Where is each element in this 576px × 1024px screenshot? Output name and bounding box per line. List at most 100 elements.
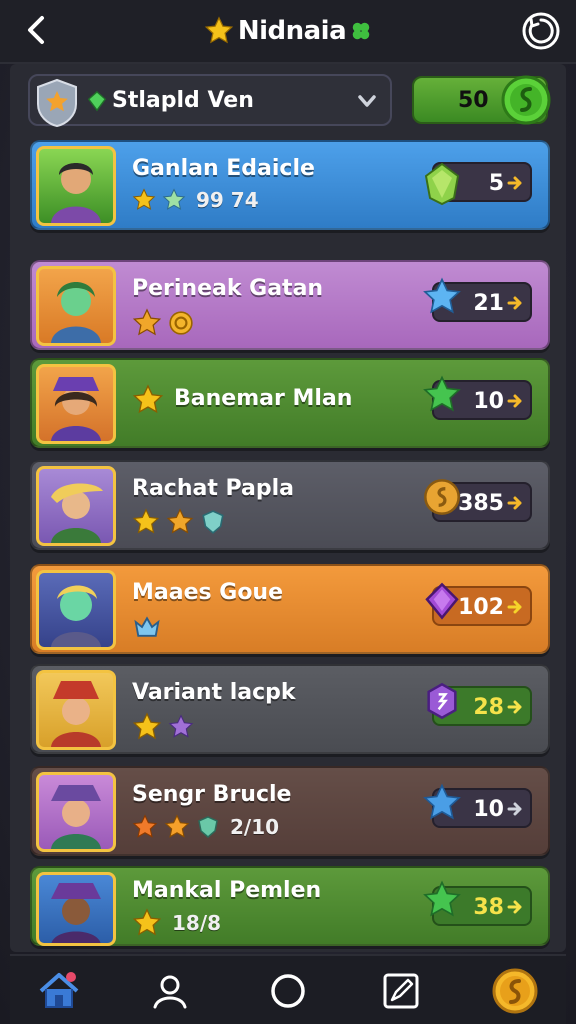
arrow-right-icon <box>507 296 522 310</box>
list-item[interactable]: Variant lacpk 28 <box>30 664 550 754</box>
bottom-nav <box>10 954 566 1024</box>
coin-icon <box>169 311 193 335</box>
nav-currency[interactable] <box>490 966 540 1016</box>
list-item[interactable]: Banemar Mlan 10 <box>30 358 550 448</box>
star-icon <box>204 16 234 44</box>
top-bar: Nidnaia <box>0 0 576 64</box>
star-icon <box>132 814 158 838</box>
purple-hex-gem-icon <box>427 682 457 720</box>
refresh-button[interactable] <box>518 8 564 54</box>
card-stat: 2/10 <box>230 815 280 839</box>
rating-row <box>132 308 194 338</box>
nav-edit[interactable] <box>376 966 426 1016</box>
list-item[interactable]: Ganlan Edaicle 99 74 5 <box>30 140 550 230</box>
star-icon <box>132 188 156 210</box>
star-icon <box>132 712 162 740</box>
avatar <box>36 266 116 346</box>
card-name: Rachat Papla <box>132 476 295 501</box>
avatar <box>36 670 116 750</box>
card-name: Maaes Goue <box>132 580 284 605</box>
back-button[interactable] <box>14 8 58 52</box>
card-name: Banemar Mlan <box>174 386 353 411</box>
green-coin-icon <box>501 75 551 125</box>
rating-row <box>132 612 162 642</box>
profile-icon <box>153 975 187 1009</box>
list-item[interactable]: Sengr Brucle 2/10 10 <box>30 766 550 856</box>
character-portrait <box>51 681 101 747</box>
circle-icon <box>271 974 305 1008</box>
list-item[interactable]: Mankal Pemlen 18/8 38 <box>30 866 550 946</box>
nav-profile[interactable] <box>145 966 195 1016</box>
card-name: Variant lacpk <box>132 680 296 705</box>
avatar <box>36 146 116 226</box>
rating-row <box>132 712 194 742</box>
title-group: Nidnaia <box>204 16 372 46</box>
character-portrait <box>51 483 103 543</box>
currency-badge[interactable]: 50 <box>412 75 551 125</box>
filter-label: Stlapld Ven <box>112 88 254 113</box>
avatar <box>36 570 116 650</box>
list-item[interactable]: Perineak Gatan 21 <box>30 260 550 350</box>
refresh-icon <box>522 12 560 50</box>
reward-value: 385 <box>458 491 504 516</box>
rating-row: 99 74 <box>132 188 259 212</box>
green-star-icon <box>423 375 461 412</box>
star-icon <box>132 308 162 336</box>
rating-row <box>132 384 164 416</box>
crown-icon <box>134 616 160 637</box>
shield-icon <box>198 816 218 838</box>
star-icon <box>132 508 160 534</box>
star-icon <box>164 814 190 838</box>
crown-icon <box>132 908 162 936</box>
card-name: Mankal Pemlen <box>132 878 322 903</box>
arrow-right-icon <box>507 176 522 190</box>
character-portrait <box>51 282 101 343</box>
list-item[interactable]: Maaes Goue 102 <box>30 564 550 654</box>
star-outline-icon <box>162 188 186 210</box>
reward-value: 21 <box>473 291 504 316</box>
arrow-right-icon <box>507 394 522 408</box>
green-gem-icon <box>87 90 107 112</box>
star-icon <box>166 508 194 534</box>
reward-value: 5 <box>488 171 504 196</box>
clover-icon <box>352 22 370 40</box>
chevron-down-icon <box>358 95 376 107</box>
gold-coin-icon <box>424 479 460 515</box>
green-star-icon <box>423 880 461 917</box>
gold-coin-icon <box>492 968 538 1014</box>
avatar <box>36 872 116 946</box>
star-icon <box>132 384 164 414</box>
card-name: Sengr Brucle <box>132 782 292 807</box>
chevron-left-icon <box>28 16 44 44</box>
reward-value: 38 <box>473 895 504 920</box>
card-name: Perineak Gatan <box>132 276 324 301</box>
reward-value: 28 <box>473 695 504 720</box>
arrow-right-icon <box>507 802 522 816</box>
nav-circle[interactable] <box>263 966 313 1016</box>
purple-gem-icon <box>425 582 459 620</box>
arrow-right-icon <box>507 496 522 510</box>
nav-home[interactable] <box>34 966 84 1016</box>
reward-value: 102 <box>458 595 504 620</box>
card-stat: 99 74 <box>196 188 259 212</box>
character-portrait <box>51 163 101 223</box>
avatar <box>36 466 116 546</box>
page-title: Nidnaia <box>237 16 347 46</box>
reward-value: 10 <box>473 389 504 414</box>
reward-value: 10 <box>473 797 504 822</box>
purple-star-icon <box>168 714 194 738</box>
character-portrait <box>51 785 101 849</box>
avatar <box>36 364 116 444</box>
filter-dropdown[interactable]: Stlapld Ven <box>28 74 392 128</box>
currency-value: 50 <box>458 88 489 113</box>
card-stat: 18/8 <box>172 911 222 935</box>
shield-star-icon <box>37 78 77 128</box>
arrow-right-icon <box>507 700 522 714</box>
character-portrait <box>51 377 101 441</box>
shield-icon <box>202 510 224 534</box>
blue-star-icon <box>423 277 461 314</box>
green-gem-icon <box>424 162 460 206</box>
list-item[interactable]: Rachat Papla 385 <box>30 460 550 550</box>
avatar <box>36 772 116 852</box>
arrow-right-icon <box>507 600 522 614</box>
